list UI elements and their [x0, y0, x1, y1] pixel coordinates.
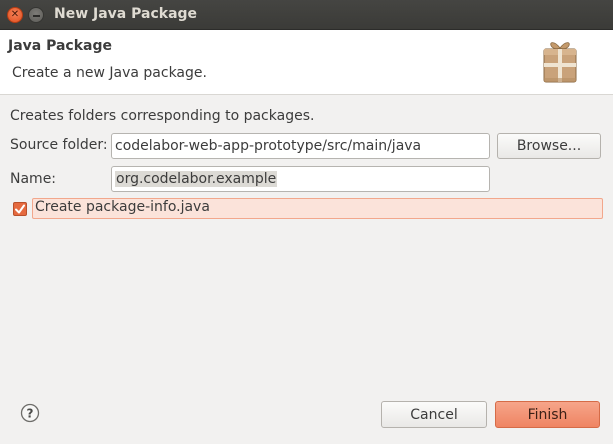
package-info-checkbox[interactable] [13, 202, 27, 216]
source-folder-input[interactable]: codelabor-web-app-prototype/src/main/jav… [111, 133, 490, 159]
window-titlebar: ✕ New Java Package [0, 0, 613, 30]
svg-text:?: ? [27, 407, 34, 421]
browse-button[interactable]: Browse... [497, 133, 601, 159]
window-close-button[interactable]: ✕ [7, 7, 23, 23]
checkmark-icon [15, 204, 25, 214]
cancel-button[interactable]: Cancel [381, 401, 487, 428]
name-label: Name: [10, 171, 57, 187]
finish-button[interactable]: Finish [495, 401, 600, 428]
source-folder-label: Source folder: [10, 137, 108, 153]
window-minimize-button[interactable] [28, 7, 44, 23]
wizard-header: Java Package Create a new Java package. [0, 30, 613, 95]
page-title: Java Package [8, 38, 113, 54]
package-icon [543, 42, 577, 83]
window-title: New Java Package [54, 6, 198, 22]
minimize-icon [32, 14, 40, 17]
source-folder-value: codelabor-web-app-prototype/src/main/jav… [115, 138, 422, 154]
package-info-label[interactable]: Create package-info.java [35, 199, 210, 215]
name-input[interactable]: org.codelabor.example [111, 166, 490, 192]
help-icon[interactable]: ? [20, 403, 40, 423]
browse-button-label: Browse... [516, 138, 582, 154]
page-description: Create a new Java package. [12, 65, 207, 81]
cancel-button-label: Cancel [410, 406, 458, 423]
wizard-intro-text: Creates folders corresponding to package… [10, 108, 315, 124]
close-icon: ✕ [10, 9, 20, 20]
name-value: org.codelabor.example [115, 171, 278, 187]
finish-button-label: Finish [527, 406, 568, 423]
